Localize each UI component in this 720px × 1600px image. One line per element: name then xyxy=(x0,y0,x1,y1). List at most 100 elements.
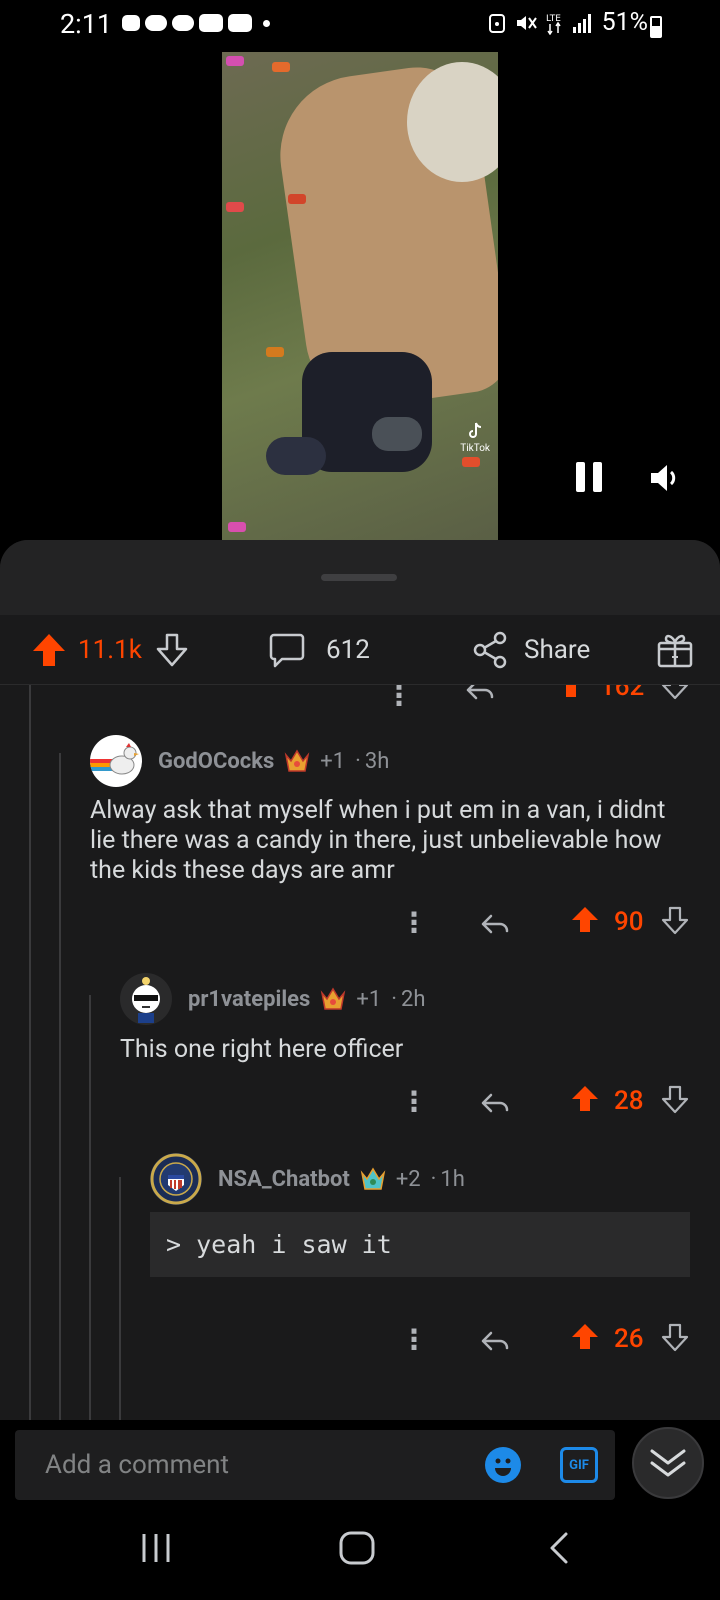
tiktok-watermark: TikTok xyxy=(460,422,490,454)
collapse-thread-button[interactable] xyxy=(632,1427,704,1499)
comment-code-block: > yeah i saw it xyxy=(150,1212,690,1277)
downvote-icon[interactable] xyxy=(661,685,689,701)
comment-time: 1h xyxy=(440,1166,465,1192)
tiktok-icon xyxy=(469,422,482,438)
comment-time: 3h xyxy=(364,748,390,774)
comment-username[interactable]: pr1vatepiles xyxy=(188,987,310,1012)
comment-username[interactable]: GodOCocks xyxy=(158,749,274,774)
upvote-icon[interactable] xyxy=(30,631,68,669)
more-options-icon[interactable]: ⋮ xyxy=(400,1085,428,1118)
video-frame-content xyxy=(288,194,306,204)
upvote-icon[interactable] xyxy=(570,1322,600,1352)
video-frame-content xyxy=(266,437,326,475)
reply-icon[interactable] xyxy=(464,685,496,705)
recent-apps-icon[interactable] xyxy=(138,1530,174,1566)
comment-header: GodOCocks +1 · 3h xyxy=(90,735,389,787)
comment-score: 162 xyxy=(600,685,645,702)
comment-score: 90 xyxy=(614,907,644,937)
comment-username[interactable]: NSA_Chatbot xyxy=(218,1167,350,1192)
upvote-icon[interactable] xyxy=(570,1084,600,1114)
notification-icons xyxy=(122,14,270,32)
separator-dot: · xyxy=(430,1166,437,1192)
reply-icon[interactable] xyxy=(479,909,511,939)
video-frame-content xyxy=(228,522,246,532)
thread-line[interactable] xyxy=(29,685,31,1420)
reply-icon[interactable] xyxy=(479,1326,511,1356)
data-icon: LTE xyxy=(546,14,561,35)
thread-line[interactable] xyxy=(89,995,91,1420)
status-right: LTE 51% xyxy=(488,8,648,37)
gift-icon xyxy=(657,634,693,668)
award-icon[interactable] xyxy=(320,987,346,1011)
video-player[interactable]: TikTok xyxy=(222,52,498,540)
upvote-icon[interactable] xyxy=(556,685,586,700)
more-options-icon[interactable]: ⋮ xyxy=(400,906,428,939)
back-icon[interactable] xyxy=(546,1530,576,1566)
volume-icon[interactable] xyxy=(648,462,682,494)
comment-header: NSA_Chatbot +2 · 1h xyxy=(150,1153,465,1205)
youtube-icon xyxy=(199,14,223,32)
comment-time: 2h xyxy=(400,986,426,1012)
comment-thread: ⋮ 162 GodOCocks +1 · 3h Alway ask that m… xyxy=(0,685,720,1420)
share-button[interactable]: Share xyxy=(472,615,590,685)
award-count: +1 xyxy=(320,748,346,774)
svg-text:LTE: LTE xyxy=(546,14,561,24)
video-frame-content xyxy=(226,202,244,212)
award-icon[interactable] xyxy=(284,749,310,773)
avatar-image xyxy=(90,743,139,775)
avatar-image xyxy=(150,1153,202,1205)
post-comments-button[interactable]: 612 xyxy=(268,615,370,685)
double-chevron-down-icon xyxy=(650,1449,686,1477)
more-options-icon[interactable]: ⋮ xyxy=(400,1323,428,1356)
discord-icon xyxy=(145,15,167,31)
downvote-icon[interactable] xyxy=(661,1085,689,1115)
add-comment-input[interactable]: Add a comment GIF xyxy=(15,1430,615,1500)
avatar[interactable] xyxy=(150,1153,202,1205)
status-time: 2:11 xyxy=(60,8,113,40)
battery-percent: 51% xyxy=(601,8,648,37)
avatar[interactable] xyxy=(120,973,172,1025)
award-button[interactable] xyxy=(656,615,694,685)
message-icon xyxy=(122,15,140,31)
more-dot-icon xyxy=(263,19,270,27)
comment-body: Alway ask that myself when i put em in a… xyxy=(90,796,666,885)
avatar[interactable] xyxy=(90,735,142,787)
post-comment-count: 612 xyxy=(326,635,370,665)
video-frame-content xyxy=(226,56,244,66)
tiktok-label: TikTok xyxy=(460,443,490,454)
alarm-icon xyxy=(488,13,505,33)
video-frame-content xyxy=(266,347,284,357)
separator-dot: · xyxy=(355,748,361,774)
video-frame-content xyxy=(272,62,290,72)
downvote-icon[interactable] xyxy=(154,632,190,668)
award-icon[interactable] xyxy=(360,1167,386,1191)
downvote-icon[interactable] xyxy=(661,906,689,936)
comment-composer-bar: Add a comment GIF xyxy=(0,1420,720,1510)
status-bar: 2:11 LTE 51% xyxy=(0,0,720,52)
post-upvote-group: 11.1k xyxy=(30,615,190,685)
video-frame-content xyxy=(372,417,422,451)
home-icon[interactable] xyxy=(338,1530,376,1566)
share-icon xyxy=(473,631,507,669)
system-navigation-bar xyxy=(0,1510,720,1600)
more-options-icon[interactable]: ⋮ xyxy=(385,685,413,712)
comment-header: pr1vatepiles +1 · 2h xyxy=(120,973,425,1025)
discord-icon xyxy=(172,15,194,31)
emoji-icon[interactable] xyxy=(485,1447,521,1483)
award-count: +2 xyxy=(395,1166,421,1192)
reply-icon[interactable] xyxy=(479,1088,511,1118)
upvote-icon[interactable] xyxy=(570,905,600,935)
gif-button[interactable]: GIF xyxy=(560,1447,598,1483)
pause-icon[interactable] xyxy=(576,462,602,492)
thread-line[interactable] xyxy=(119,1177,121,1420)
downvote-icon[interactable] xyxy=(661,1323,689,1353)
sheet-grabber-handle[interactable] xyxy=(321,574,397,581)
comment-body: This one right here officer xyxy=(120,1035,404,1064)
thread-line[interactable] xyxy=(59,753,61,1420)
post-upvote-count: 11.1k xyxy=(78,635,142,665)
signal-icon xyxy=(572,13,591,33)
avatar-image xyxy=(132,977,160,1023)
video-frame-content xyxy=(462,457,480,467)
comment-placeholder: Add a comment xyxy=(45,1450,230,1480)
battery-icon xyxy=(650,16,662,38)
